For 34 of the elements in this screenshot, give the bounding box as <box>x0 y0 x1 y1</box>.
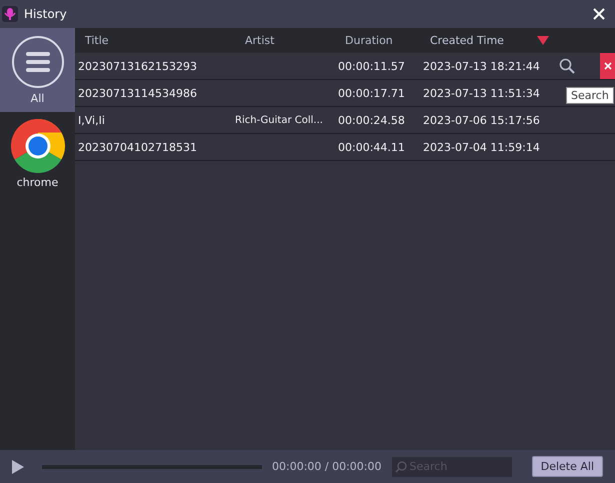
table-cell: 00:00:11.57 <box>338 60 405 72</box>
table-cell: 20230713162153293 <box>78 60 197 72</box>
play-icon[interactable] <box>12 460 24 474</box>
table-cell: Rich-Guitar Coll... <box>235 114 323 126</box>
search-icon[interactable] <box>559 58 575 74</box>
sidebar-label: chrome <box>16 176 58 189</box>
table-cell: 2023-07-06 15:17:56 <box>423 114 540 126</box>
microphone-icon <box>2 6 18 22</box>
delete-button[interactable] <box>600 53 615 79</box>
column-header[interactable]: Duration <box>345 34 393 47</box>
column-header[interactable]: Title <box>85 34 109 47</box>
table-cell: 2023-07-04 11:59:14 <box>423 140 540 154</box>
tooltip: Search <box>566 87 614 104</box>
table-cell: 20230713114534986 <box>78 86 197 100</box>
sidebar-item[interactable]: All <box>0 28 75 112</box>
menu-icon <box>10 35 64 89</box>
table-cell: 00:00:44.11 <box>338 140 405 154</box>
delete-all-button[interactable]: Delete All <box>532 456 603 477</box>
sidebar-item[interactable]: chrome <box>0 112 75 196</box>
column-header[interactable]: Artist <box>245 34 274 47</box>
progress-track[interactable] <box>42 464 262 468</box>
table-cell: 2023-07-13 18:21:44 <box>423 60 540 72</box>
time-label: 00:00:00 / 00:00:00 <box>272 460 382 473</box>
table-cell: 2023-07-13 11:51:34 <box>423 86 540 100</box>
table-cell: I,Vi,Ii <box>78 114 105 126</box>
browser-icon <box>10 119 64 173</box>
table-cell: 00:00:24.58 <box>338 114 405 126</box>
table-cell: 00:00:17.71 <box>338 86 405 100</box>
close-icon <box>604 62 612 70</box>
column-header[interactable]: Created Time <box>430 34 504 47</box>
table-cell: 20230704102718531 <box>78 140 197 154</box>
sidebar-label: All <box>30 92 44 105</box>
window-title: History <box>24 7 67 21</box>
close-icon[interactable] <box>593 8 605 20</box>
